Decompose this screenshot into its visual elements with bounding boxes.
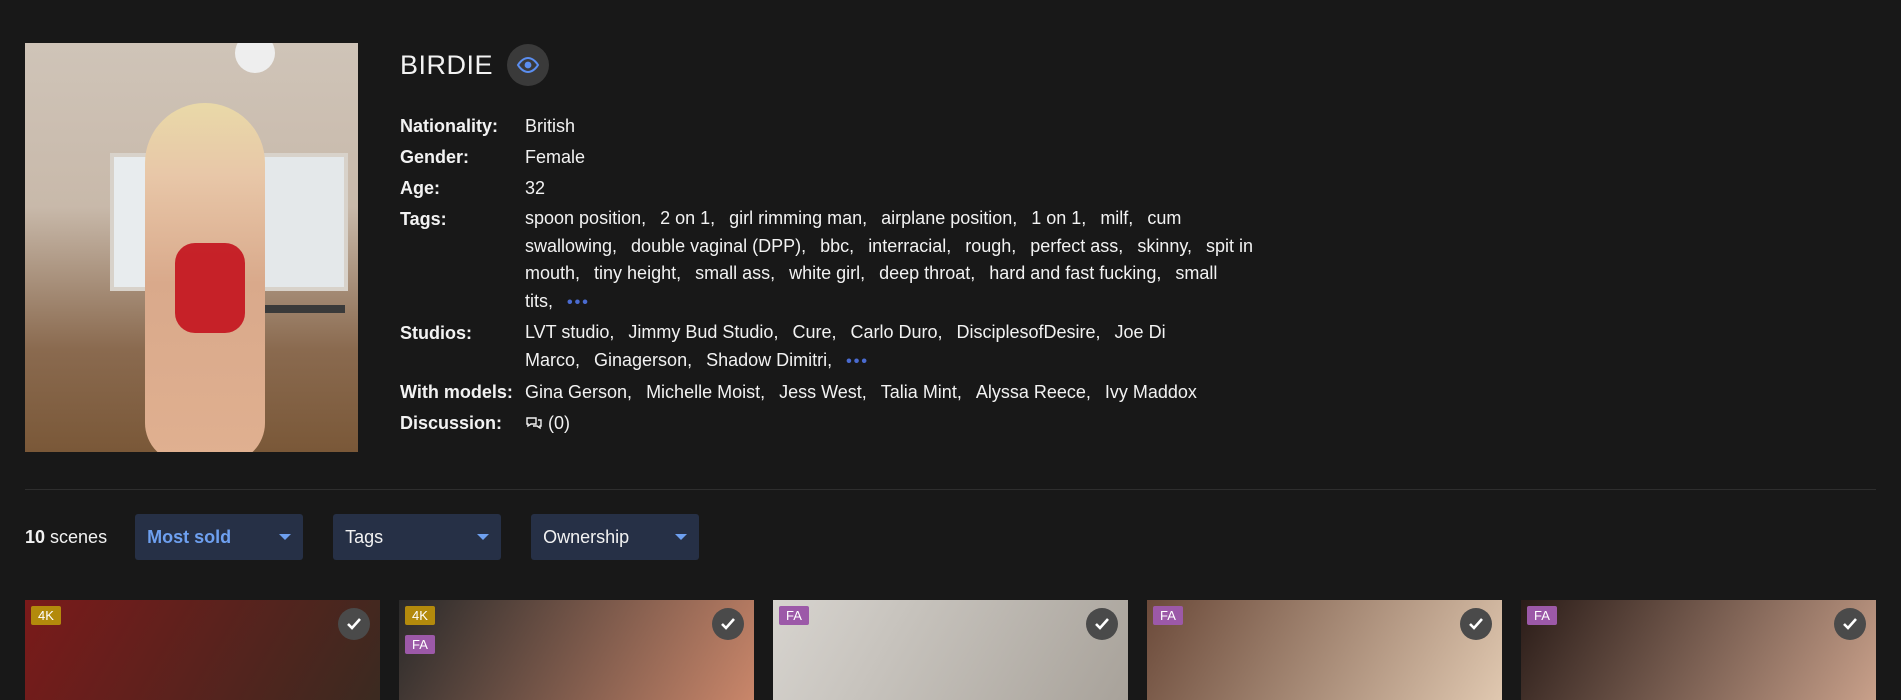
tags-link[interactable]: perfect ass, (1030, 236, 1123, 256)
tags-label: Tags: (400, 209, 447, 229)
owned-check-icon[interactable] (338, 608, 370, 640)
sort-dropdown[interactable]: Most sold (135, 514, 304, 560)
tags-link[interactable]: girl rimming man, (729, 208, 867, 228)
sort-dropdown-label: Most sold (147, 526, 232, 547)
studios-link[interactable]: Jimmy Bud Studio, (628, 322, 778, 342)
tags-link[interactable]: spoon position, (525, 208, 646, 228)
tags-link[interactable]: tiny height, (594, 263, 681, 283)
tags-link[interactable]: white girl, (789, 263, 865, 283)
chevron-down-icon (279, 534, 292, 540)
models-list: Gina Gerson, Michelle Moist, Jess West, Tal… (525, 378, 1260, 406)
owned-check-icon[interactable] (712, 608, 744, 640)
tags-link[interactable]: hard and fast fucking, (989, 263, 1161, 283)
tags-link[interactable]: bbc, (820, 236, 854, 256)
show-more-tags-button[interactable]: ••• (567, 289, 590, 317)
tags-dropdown[interactable]: Tags (333, 514, 502, 560)
studios-link[interactable]: LVT studio, (525, 322, 614, 342)
scene-card[interactable]: FA (773, 600, 1128, 700)
tags-dropdown-label: Tags (345, 526, 384, 547)
scene-thumbnail (1147, 600, 1502, 700)
studios-link[interactable]: Ginagerson, (594, 350, 692, 370)
tags-link[interactable]: interracial, (868, 236, 951, 256)
tags-link[interactable]: milf, (1100, 208, 1133, 228)
studios-link[interactable]: Shadow Dimitri, (706, 350, 832, 370)
scene-filter-bar: 10 scenes Most sold Tags Ownership (25, 514, 729, 560)
performer-photo (25, 43, 358, 452)
performer-details: Nationality: British Gender: Female Age:… (400, 112, 1260, 440)
gender-value: Female (525, 147, 586, 167)
scene-thumbnail (399, 600, 754, 700)
scene-card[interactable]: 4K (25, 600, 380, 700)
chevron-down-icon (477, 534, 490, 540)
badge-fa: FA (1527, 606, 1557, 625)
eye-icon (516, 57, 540, 73)
studios-link[interactable]: Cure, (792, 322, 836, 342)
models-link[interactable]: Michelle Moist, (646, 382, 765, 402)
discussion-count: (0) (548, 413, 571, 433)
discussion-label: Discussion: (400, 413, 503, 433)
badge-fa: FA (1153, 606, 1183, 625)
discussion-link[interactable]: (0) (525, 409, 1260, 437)
tags-link[interactable]: small ass, (695, 263, 775, 283)
scene-count: 10 scenes (25, 526, 108, 547)
models-label: With models: (400, 382, 513, 402)
nationality-value: British (525, 116, 576, 136)
studios-link[interactable]: DisciplesofDesire, (957, 322, 1101, 342)
tags-link[interactable]: deep throat, (879, 263, 975, 283)
scene-thumbnail (25, 600, 380, 700)
models-link[interactable]: Ivy Maddox (1105, 382, 1197, 402)
owned-check-icon[interactable] (1460, 608, 1492, 640)
performer-name: BIRDIE (400, 49, 494, 80)
models-link[interactable]: Jess West, (779, 382, 867, 402)
badge-fa: FA (405, 635, 435, 654)
studios-label: Studios: (400, 323, 472, 343)
badge-4k: 4K (31, 606, 61, 625)
nationality-row: Nationality: British (400, 112, 1260, 140)
tags-link[interactable]: airplane position, (881, 208, 1017, 228)
owned-check-icon[interactable] (1086, 608, 1118, 640)
models-row: With models: Gina Gerson, Michelle Moist,… (400, 378, 1260, 406)
age-row: Age: 32 (400, 174, 1260, 202)
performer-header: BIRDIE (400, 44, 550, 86)
scene-card[interactable]: 4K FA (399, 600, 754, 700)
tags-link[interactable]: rough, (965, 236, 1016, 256)
models-link[interactable]: Talia Mint, (881, 382, 962, 402)
follow-button[interactable] (507, 44, 550, 86)
models-link[interactable]: Alyssa Reece, (976, 382, 1091, 402)
tags-link[interactable]: skinny, (1137, 236, 1192, 256)
age-value: 32 (525, 178, 546, 198)
badge-fa: FA (779, 606, 809, 625)
scene-thumbnail (773, 600, 1128, 700)
discussion-row: Discussion: (0) (400, 409, 1260, 437)
gender-label: Gender: (400, 147, 470, 167)
tags-link[interactable]: double vaginal (DPP), (631, 236, 806, 256)
owned-check-icon[interactable] (1834, 608, 1866, 640)
nationality-label: Nationality: (400, 116, 499, 136)
tags-list: spoon position, 2 on 1, girl rimming man, a… (525, 205, 1260, 316)
chevron-down-icon (675, 534, 688, 540)
ownership-dropdown[interactable]: Ownership (531, 514, 700, 560)
tags-link[interactable]: 2 on 1, (660, 208, 715, 228)
age-label: Age: (400, 178, 440, 198)
badge-4k: 4K (405, 606, 435, 625)
studios-list: LVT studio, Jimmy Bud Studio, Cure, Carlo D… (525, 319, 1260, 375)
ownership-dropdown-label: Ownership (543, 526, 630, 547)
studios-row: Studios: LVT studio, Jimmy Bud Studio, Cur… (400, 319, 1260, 375)
studios-link[interactable]: Carlo Duro, (850, 322, 942, 342)
scene-card[interactable]: FA (1147, 600, 1502, 700)
scene-thumbnail (1521, 600, 1876, 700)
comments-icon (526, 417, 542, 430)
section-divider (25, 489, 1876, 490)
show-more-studios-button[interactable]: ••• (846, 348, 869, 376)
tags-row: Tags: spoon position, 2 on 1, girl rimming… (400, 205, 1260, 316)
tags-link[interactable]: 1 on 1, (1031, 208, 1086, 228)
scene-card[interactable]: FA (1521, 600, 1876, 700)
gender-row: Gender: Female (400, 143, 1260, 171)
models-link[interactable]: Gina Gerson, (525, 382, 632, 402)
